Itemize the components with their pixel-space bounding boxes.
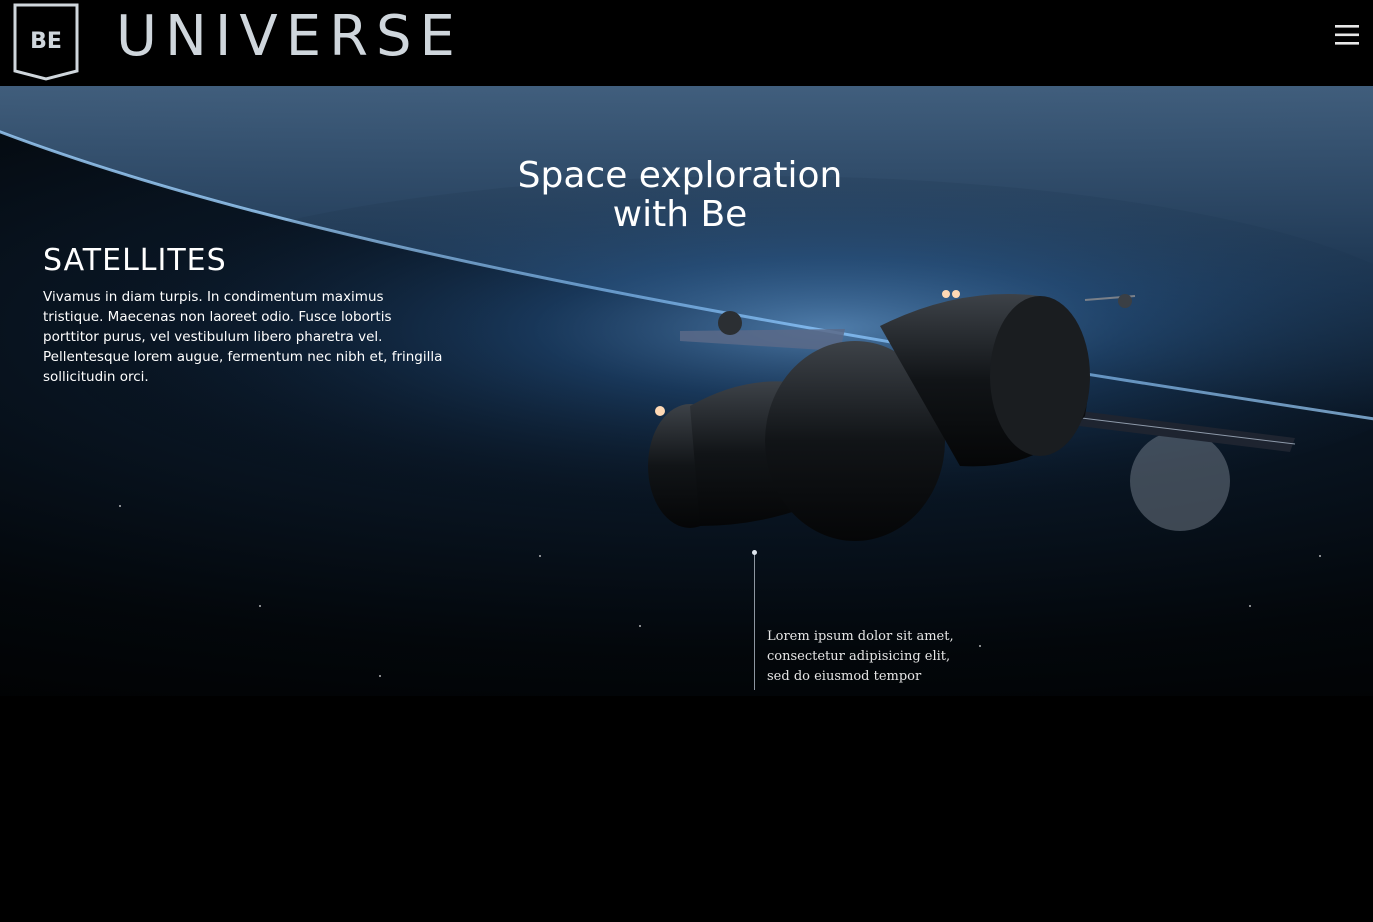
logo-shield-icon[interactable]: BE bbox=[13, 3, 79, 81]
section-heading: SATELLITES bbox=[43, 243, 227, 278]
page-bottom-area bbox=[0, 696, 1373, 922]
logo-text: BE bbox=[30, 29, 62, 54]
hero-title: Space exploration with Be bbox=[480, 156, 880, 234]
callout-dot bbox=[752, 550, 757, 555]
hero-title-line-2: with Be bbox=[612, 194, 748, 235]
callout-line bbox=[754, 552, 755, 690]
brand-name[interactable]: UNIVERSE bbox=[116, 2, 463, 72]
hamburger-menu-icon[interactable] bbox=[1334, 22, 1360, 48]
hero-section: Space exploration with Be SATELLITES Viv… bbox=[0, 86, 1373, 696]
hero-title-line-1: Space exploration bbox=[517, 155, 843, 196]
callout-text: Lorem ipsum dolor sit amet, consectetur … bbox=[767, 629, 954, 684]
site-header: BE UNIVERSE bbox=[0, 0, 1373, 86]
section-body: Vivamus in diam turpis. In condimentum m… bbox=[43, 289, 443, 385]
